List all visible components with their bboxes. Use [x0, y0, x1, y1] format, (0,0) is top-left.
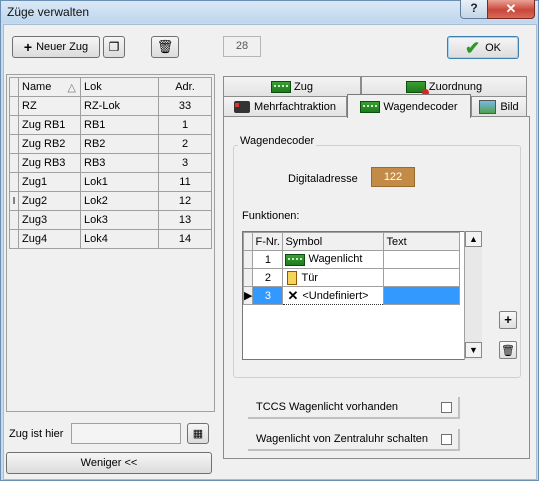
tccs-light-row[interactable]: TCCS Wagenlicht vorhanden: [248, 397, 460, 419]
table-row[interactable]: Zug RB3 RB3 3: [9, 153, 212, 173]
column-text[interactable]: Text: [383, 232, 461, 251]
wagon-light-icon: [285, 253, 306, 266]
locomotive-icon: [271, 81, 292, 93]
column-symbol[interactable]: Symbol: [282, 232, 385, 251]
dialog-client-area: + Neuer Zug ❐ 🗑 28 ✔ OK Name △ Lok Adr. R…: [3, 24, 537, 480]
wagendecoder-page: Wagendecoder Digitaladresse 122 Funktion…: [223, 116, 530, 459]
multi-traction-icon: [234, 101, 251, 113]
table-row[interactable]: Zug1 Lok1 11: [9, 172, 212, 192]
assignment-icon: [405, 81, 429, 96]
tab-zug[interactable]: Zug: [223, 76, 361, 97]
group-title: Wagendecoder: [238, 135, 317, 147]
close-button[interactable]: ✕: [487, 0, 535, 19]
help-button[interactable]: ?: [460, 0, 488, 19]
plus-icon: +: [23, 39, 33, 55]
table-row[interactable]: Zug RB2 RB2 2: [9, 134, 212, 154]
clock-light-checkbox[interactable]: [441, 434, 452, 445]
table-row[interactable]: Zug RB1 RB1 1: [9, 115, 212, 135]
copy-icon: ❐: [108, 40, 120, 54]
functions-table: F-Nr. Symbol Text 1 Wagenlicht 2 Tür ▶ 3…: [242, 232, 461, 305]
location-label: Zug ist hier: [9, 428, 64, 440]
trash-icon: 🗑: [156, 39, 174, 54]
column-fnr[interactable]: F-Nr.: [252, 232, 284, 251]
table-row[interactable]: Zug3 Lok3 13: [9, 210, 212, 230]
function-row[interactable]: 1 Wagenlicht: [242, 250, 461, 269]
scroll-up-icon[interactable]: ▲: [465, 231, 482, 247]
tab-mehrfachtraktion[interactable]: Mehrfachtraktion: [223, 96, 347, 117]
delete-train-button[interactable]: 🗑: [151, 36, 179, 58]
title-bar: Züge verwalten ? ✕: [1, 0, 538, 23]
column-adr[interactable]: Adr.: [158, 77, 212, 97]
functions-scrollbar[interactable]: ▲ ▼: [464, 231, 482, 360]
function-row[interactable]: 2 Tür: [242, 268, 461, 287]
location-picker-button[interactable]: ▦: [187, 423, 209, 444]
undefined-x-icon: ✕: [287, 287, 299, 303]
train-table-header: Name △ Lok Adr.: [9, 77, 212, 97]
column-lok[interactable]: Lok: [80, 77, 159, 97]
clock-light-row[interactable]: Wagenlicht von Zentraluhr schalten: [248, 429, 460, 451]
function-row-selected[interactable]: ▶ 3 ✕ <Undefiniert>: [242, 286, 461, 305]
trash-icon: 🗑: [501, 345, 515, 357]
new-train-button[interactable]: + Neuer Zug: [12, 36, 100, 58]
dialog-window: Züge verwalten ? ✕ + Neuer Zug ❐ 🗑 28 ✔ …: [0, 0, 539, 481]
ok-button[interactable]: ✔ OK: [447, 36, 519, 59]
tab-bild[interactable]: Bild: [471, 96, 527, 117]
location-field[interactable]: [71, 423, 181, 444]
less-button[interactable]: Weniger <<: [6, 452, 212, 474]
scroll-down-icon[interactable]: ▼: [465, 342, 482, 358]
door-icon: [287, 270, 298, 285]
window-title: Züge verwalten: [7, 5, 90, 19]
picture-icon: [479, 100, 497, 114]
text-cursor-icon: I: [9, 191, 19, 211]
plus-icon: +: [504, 312, 512, 327]
address-label: Digitaladresse: [288, 173, 358, 185]
column-name[interactable]: Name △: [18, 77, 81, 97]
tab-wagendecoder[interactable]: Wagendecoder: [347, 94, 471, 118]
table-row-selected[interactable]: I Zug2 Lok2 12: [9, 191, 212, 211]
copy-train-button[interactable]: ❐: [103, 36, 125, 58]
delete-function-button[interactable]: 🗑: [499, 341, 517, 359]
tccs-light-label: TCCS Wagenlicht vorhanden: [256, 401, 399, 413]
functions-grid: F-Nr. Symbol Text 1 Wagenlicht 2 Tür ▶ 3…: [242, 231, 482, 360]
functions-label: Funktionen:: [242, 210, 300, 222]
train-counter: 28: [223, 36, 261, 57]
train-list-panel: Name △ Lok Adr. RZ RZ-Lok 33 Zug RB1 RB1 1 Zu…: [6, 74, 215, 412]
table-row[interactable]: Zug4 Lok4 14: [9, 229, 212, 249]
clock-light-label: Wagenlicht von Zentraluhr schalten: [256, 433, 429, 445]
checkmark-icon: ✔: [465, 37, 481, 58]
address-field[interactable]: 122: [371, 167, 415, 187]
row-pointer-icon: ▶: [242, 286, 254, 305]
wagon-decoder-icon: [360, 100, 381, 113]
ok-label: OK: [485, 41, 501, 54]
table-row[interactable]: RZ RZ-Lok 33: [9, 96, 212, 116]
new-train-label: Neuer Zug: [36, 41, 89, 53]
tccs-light-checkbox[interactable]: [441, 402, 452, 413]
calendar-grid-icon: ▦: [192, 428, 204, 440]
train-table: Name △ Lok Adr. RZ RZ-Lok 33 Zug RB1 RB1 1 Zu…: [9, 77, 212, 249]
add-function-button[interactable]: +: [499, 311, 517, 329]
sort-arrow-icon: △: [67, 81, 76, 94]
